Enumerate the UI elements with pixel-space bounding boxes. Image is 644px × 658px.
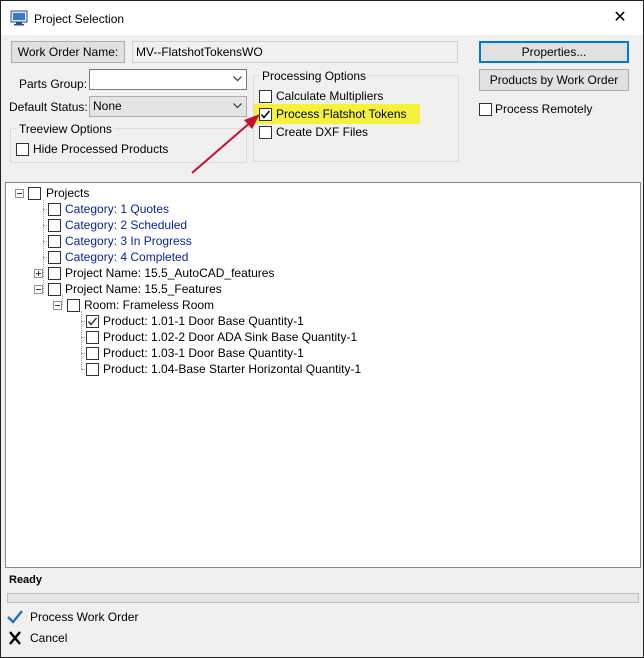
products-by-work-order-button[interactable]: Products by Work Order [479, 69, 629, 91]
chevron-down-icon [233, 76, 242, 82]
process-work-order-label: Process Work Order [30, 610, 139, 624]
status-text: Ready [9, 574, 43, 586]
tree-line [81, 311, 82, 369]
tree-checkbox[interactable] [28, 187, 41, 200]
tree-checkbox[interactable] [48, 267, 61, 280]
calculate-multipliers-label: Calculate Multipliers [276, 89, 384, 103]
tree-room[interactable]: Room: Frameless Room [84, 298, 214, 314]
tree-checkbox[interactable] [86, 347, 99, 360]
expander-minus-icon[interactable] [53, 301, 62, 310]
tree-category[interactable]: Category: 4 Completed [65, 250, 188, 266]
properties-button[interactable]: Properties... [479, 41, 629, 63]
default-status-label: Default Status: [9, 100, 88, 114]
tree-checkbox[interactable] [67, 299, 80, 312]
process-remotely-checkbox[interactable] [479, 103, 492, 116]
process-flatshot-label: Process Flatshot Tokens [276, 107, 407, 121]
tree-project[interactable]: Project Name: 15.5_AutoCAD_features [65, 266, 274, 282]
tree-category[interactable]: Category: 3 In Progress [65, 234, 192, 250]
work-order-name-field[interactable]: MV--FlatshotTokensWO [132, 41, 458, 63]
checkmark-icon [7, 610, 23, 624]
tree-checkbox[interactable] [48, 235, 61, 248]
tree-product[interactable]: Product: 1.03-1 Door Base Quantity-1 [103, 346, 304, 362]
progress-bar [7, 593, 639, 603]
expander-plus-icon[interactable] [34, 269, 43, 278]
close-icon [9, 631, 21, 645]
tree-root[interactable]: Projects [46, 186, 89, 202]
parts-group-label: Parts Group: [19, 77, 88, 91]
calculate-multipliers-checkbox[interactable] [259, 90, 272, 103]
annotation-arrow-icon [191, 114, 260, 174]
process-remotely-label: Process Remotely [495, 102, 593, 116]
tree-checkbox[interactable] [48, 251, 61, 264]
tree-project[interactable]: Project Name: 15.5_Features [65, 282, 222, 298]
tree-product[interactable]: Product: 1.01-1 Door Base Quantity-1 [103, 314, 304, 330]
checkmark-icon [87, 317, 98, 326]
tree-checkbox[interactable] [48, 219, 61, 232]
tree-category[interactable]: Category: 1 Quotes [65, 202, 169, 218]
project-selection-window: Project Selection ✕ Work Order Name: MV-… [0, 0, 644, 658]
tree-checkbox-checked[interactable] [86, 315, 99, 328]
default-status-value: None [93, 99, 122, 113]
tree-checkbox[interactable] [48, 283, 61, 296]
processing-options-title: Processing Options [260, 69, 369, 83]
expander-minus-icon[interactable] [34, 285, 43, 294]
hide-processed-checkbox[interactable] [16, 143, 29, 156]
tree-checkbox[interactable] [86, 331, 99, 344]
tree-product[interactable]: Product: 1.02-2 Door ADA Sink Base Quant… [103, 330, 357, 346]
project-tree[interactable]: Projects Category: 1 Quotes Category: 2 … [5, 182, 641, 568]
cancel-label: Cancel [30, 631, 68, 645]
tree-checkbox[interactable] [48, 203, 61, 216]
app-icon [10, 10, 28, 26]
hide-processed-label: Hide Processed Products [33, 142, 169, 156]
close-icon: ✕ [613, 9, 627, 26]
window-title: Project Selection [34, 12, 125, 26]
expander-minus-icon[interactable] [15, 189, 24, 198]
create-dxf-label: Create DXF Files [276, 125, 369, 139]
close-button[interactable]: ✕ [597, 1, 643, 35]
tree-checkbox[interactable] [86, 363, 99, 376]
tree-line [62, 295, 63, 305]
work-order-name-button[interactable]: Work Order Name: [11, 41, 125, 63]
parts-group-dropdown[interactable] [89, 69, 247, 90]
title-bar: Project Selection ✕ [1, 1, 643, 35]
tree-product[interactable]: Product: 1.04-Base Starter Horizontal Qu… [103, 362, 361, 378]
tree-category[interactable]: Category: 2 Scheduled [65, 218, 187, 234]
treeview-options-title: Treeview Options [17, 122, 114, 136]
tree-line [43, 200, 44, 295]
